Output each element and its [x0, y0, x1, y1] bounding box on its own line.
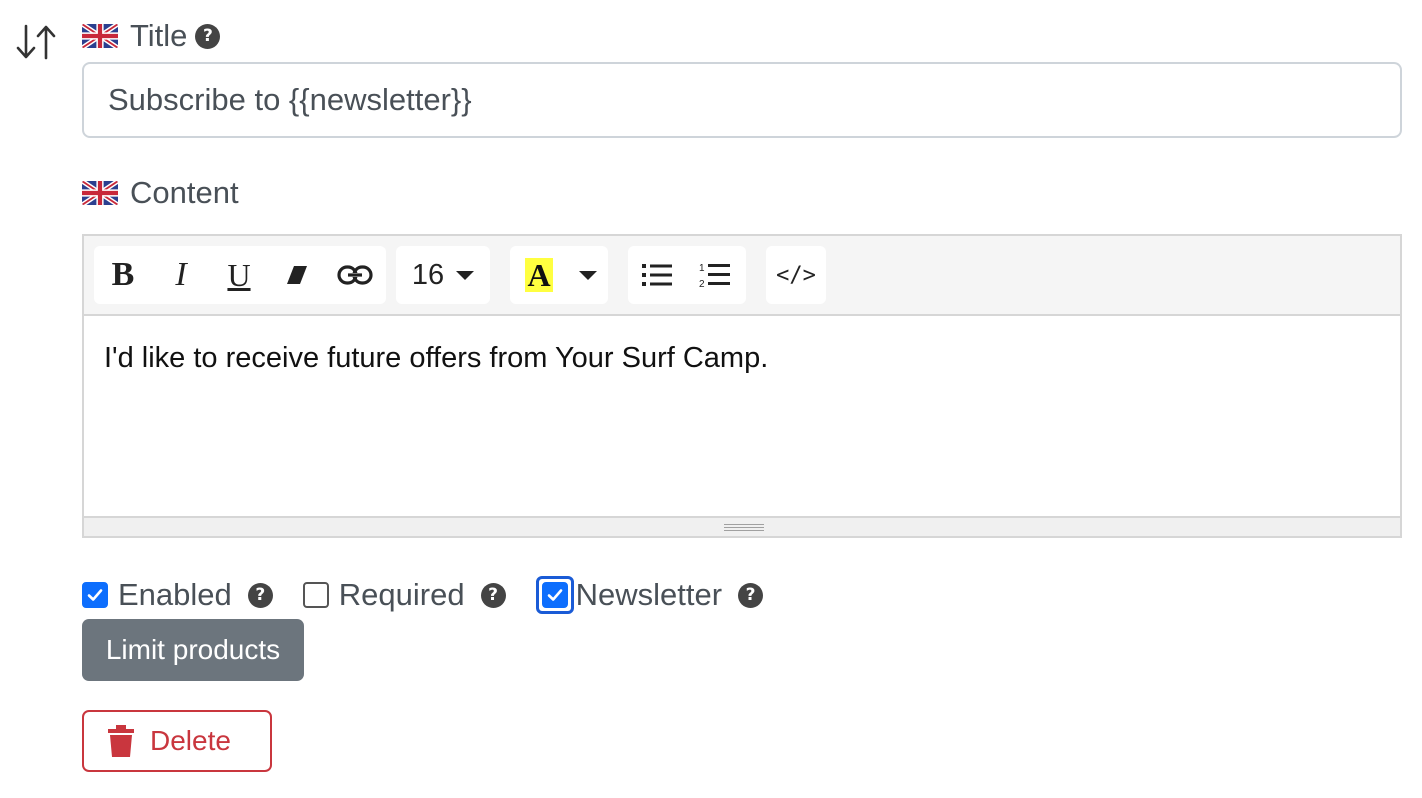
delete-button[interactable]: Delete	[82, 710, 272, 772]
content-editable-area[interactable]: I'd like to receive future offers from Y…	[84, 316, 1400, 518]
ordered-list-button[interactable]: 1 2	[686, 246, 744, 304]
unordered-list-button[interactable]	[628, 246, 686, 304]
text-color-button[interactable]: A	[510, 246, 568, 304]
link-icon	[337, 265, 373, 285]
underline-button[interactable]: U	[210, 246, 268, 304]
svg-text:1: 1	[699, 263, 705, 274]
code-view-icon: </>	[776, 262, 816, 288]
required-label: Required	[338, 577, 465, 612]
bold-button[interactable]: B	[94, 246, 152, 304]
required-help-icon[interactable]: ?	[480, 582, 506, 608]
underline-icon: U	[227, 256, 251, 293]
uk-flag-icon	[82, 181, 118, 205]
content-editor: B I U 16 A 1 2 </> I'd like to receive f…	[82, 234, 1402, 538]
required-option: Required ?	[302, 577, 506, 613]
checkmark-icon	[547, 589, 562, 601]
trash-icon	[108, 725, 134, 757]
italic-icon: I	[175, 256, 187, 293]
list-button-group: 1 2	[628, 246, 746, 304]
link-button[interactable]	[326, 246, 384, 304]
svg-text:2: 2	[699, 279, 705, 289]
editor-toolbar: B I U 16 A 1 2 </>	[84, 236, 1400, 316]
newsletter-checkbox[interactable]	[541, 582, 568, 608]
font-size-value: 16	[411, 258, 445, 291]
italic-button[interactable]: I	[152, 246, 210, 304]
enabled-option: Enabled ?	[82, 577, 273, 613]
bold-icon: B	[111, 256, 135, 293]
enabled-help-icon[interactable]: ?	[247, 582, 273, 608]
style-button-group: B I U	[94, 246, 386, 304]
title-label-row: Title ?	[82, 18, 221, 54]
newsletter-help-icon[interactable]: ?	[738, 582, 764, 608]
required-checkbox[interactable]	[302, 582, 329, 608]
ordered-list-icon: 1 2	[699, 263, 730, 289]
sort-arrows-icon[interactable]	[14, 22, 62, 62]
font-size-dropdown[interactable]: 16	[396, 246, 490, 304]
chevron-down-icon	[579, 270, 597, 280]
enabled-checkbox[interactable]	[82, 582, 108, 608]
newsletter-option: Newsletter ?	[535, 576, 764, 614]
editor-resize-handle[interactable]	[84, 516, 1400, 536]
title-label: Title	[130, 18, 188, 53]
grip-icon	[724, 524, 764, 533]
title-help-icon[interactable]: ?	[195, 23, 221, 49]
uk-flag-icon	[82, 24, 118, 48]
content-label: Content	[130, 175, 239, 210]
newsletter-label: Newsletter	[575, 577, 723, 612]
color-dropdown-button[interactable]	[568, 246, 608, 304]
delete-label: Delete	[150, 725, 231, 756]
newsletter-focus-ring	[535, 576, 574, 614]
checkmark-icon	[87, 589, 103, 601]
color-button-group: A	[510, 246, 608, 304]
custom-field-card: Title ? Content B I	[0, 0, 1422, 798]
content-label-row: Content	[82, 175, 239, 211]
text-color-icon: A	[525, 257, 553, 293]
code-view-button[interactable]: </>	[766, 246, 826, 304]
chevron-down-icon	[456, 270, 475, 280]
clear-format-button[interactable]	[268, 246, 326, 304]
unordered-list-icon	[642, 264, 672, 286]
field-options: Enabled ? Required ? Newsletter ?	[82, 575, 764, 615]
title-input[interactable]	[82, 62, 1402, 138]
eraser-icon	[287, 266, 307, 284]
enabled-label: Enabled	[118, 577, 232, 612]
limit-products-button[interactable]: Limit products	[82, 619, 304, 681]
